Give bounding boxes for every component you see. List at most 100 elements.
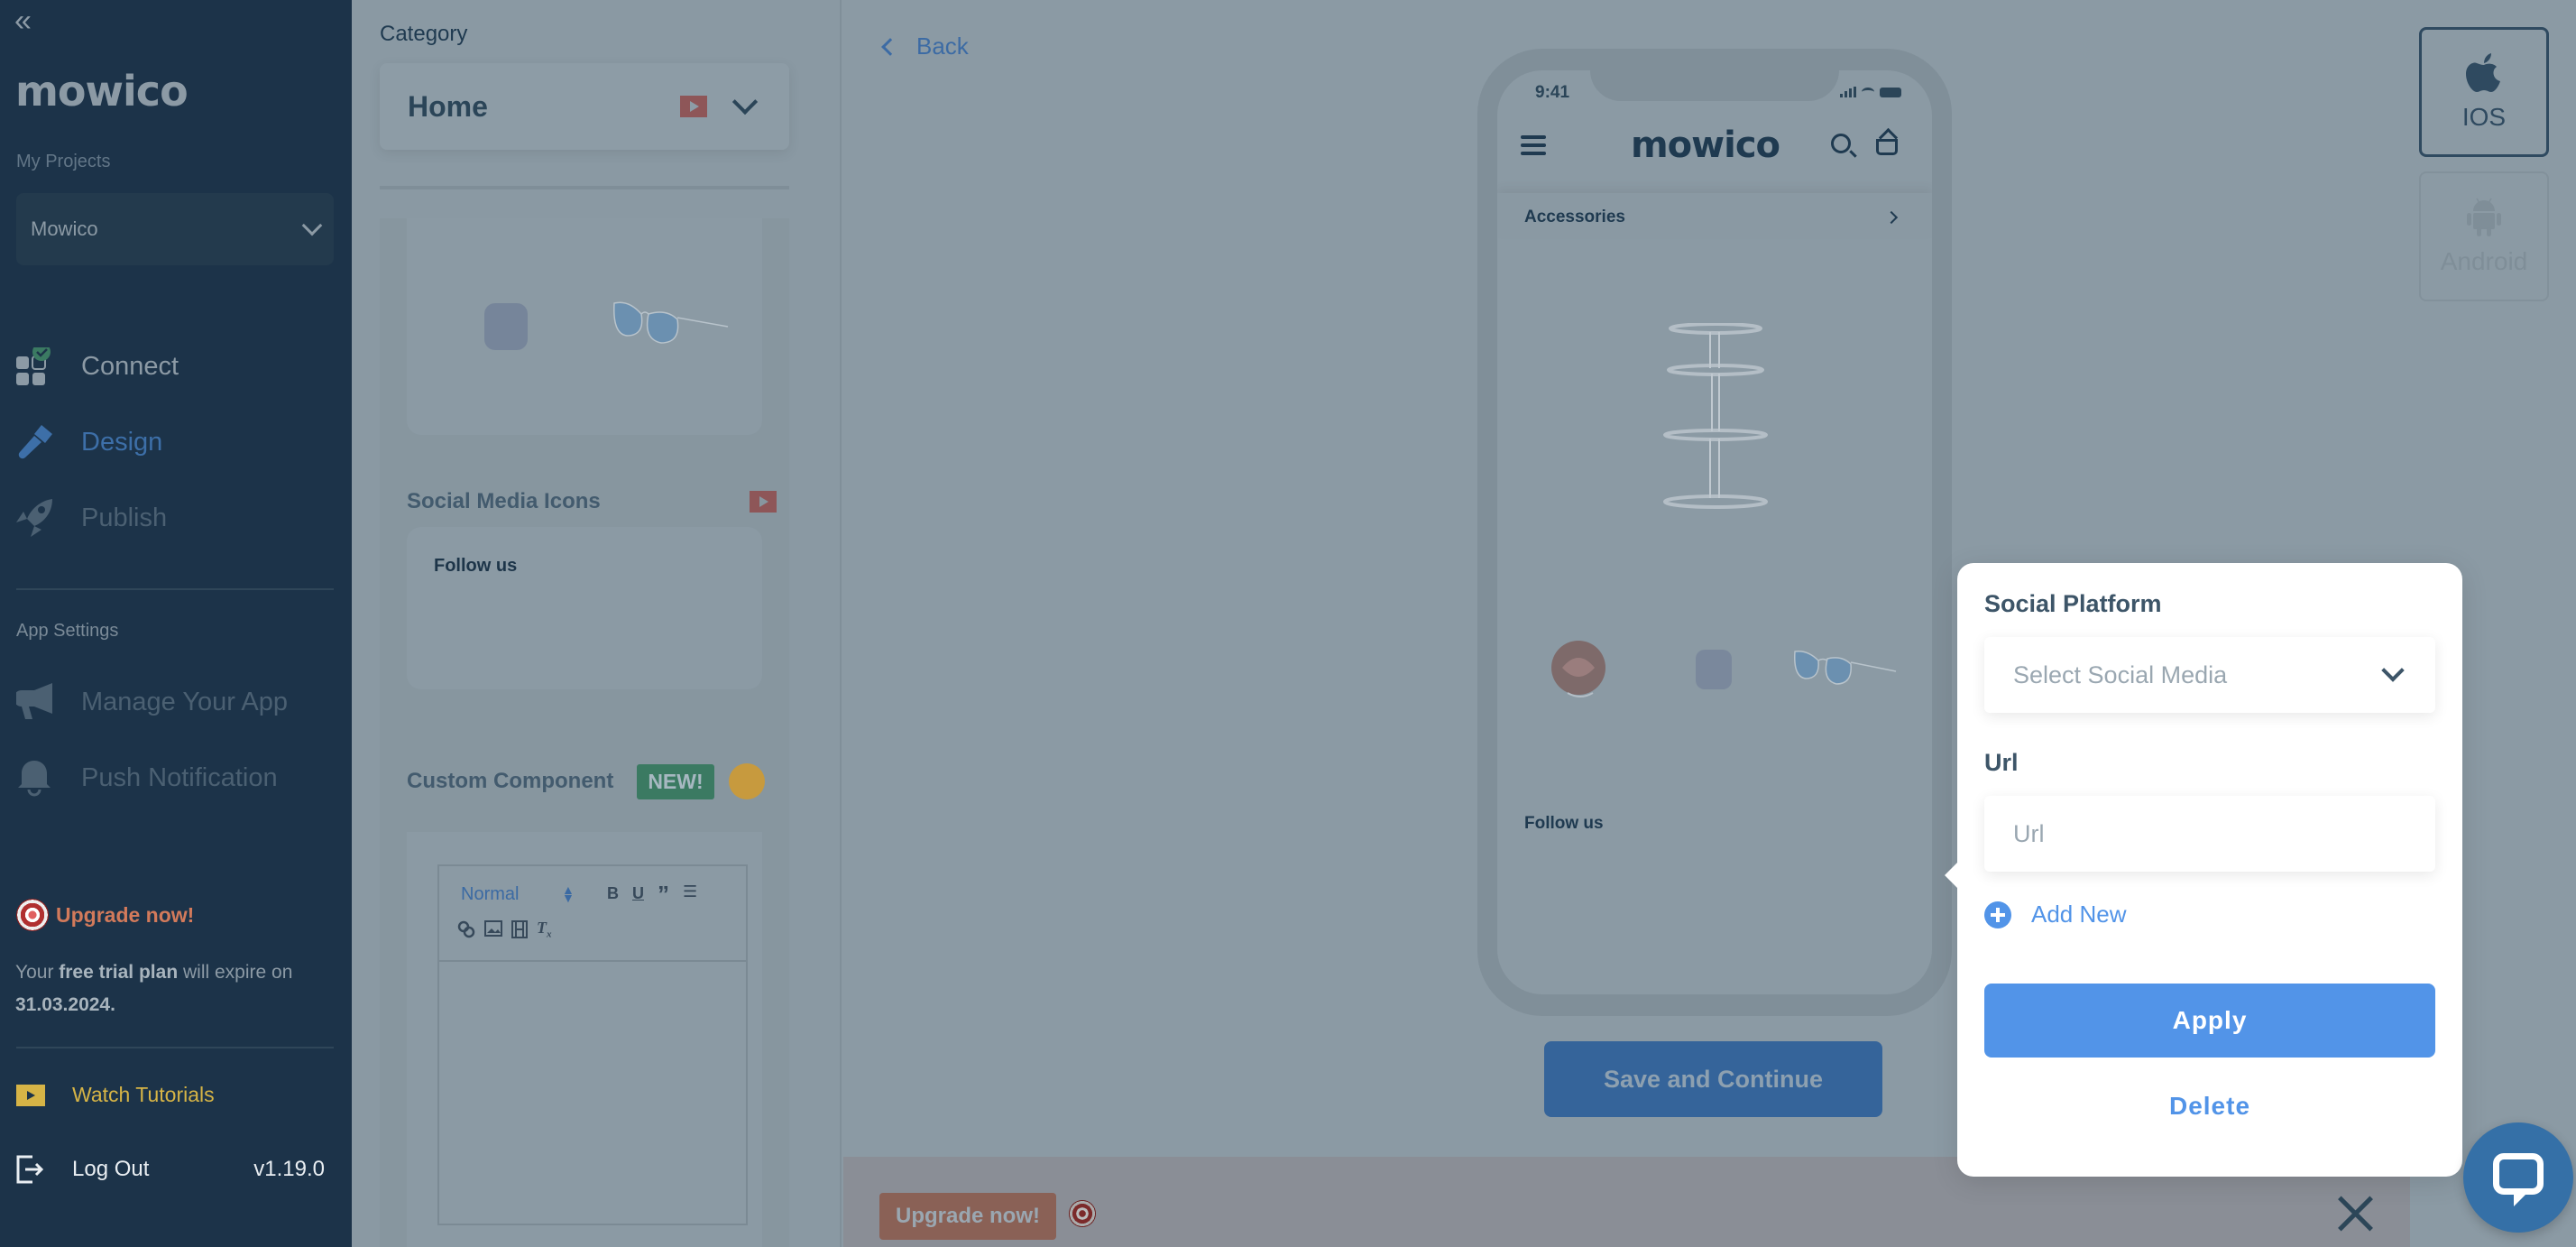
- social-platform-select[interactable]: Select Social Media: [1984, 637, 2435, 713]
- format-select[interactable]: Normal: [461, 884, 519, 905]
- app-settings-label: App Settings: [16, 621, 119, 641]
- chat-bubble-icon: [2493, 1153, 2544, 1206]
- category-row[interactable]: Accessories: [1497, 193, 1932, 238]
- panel-divider: [380, 186, 789, 189]
- add-new-button[interactable]: Add New: [1984, 901, 2127, 928]
- delete-button[interactable]: Delete: [1984, 1079, 2435, 1133]
- video-tutorial-icon[interactable]: [680, 96, 707, 117]
- chevron-down-icon: [2381, 659, 2405, 682]
- image-icon[interactable]: [484, 920, 502, 941]
- category-label: Category: [380, 22, 468, 46]
- ring-product-image: [484, 303, 528, 350]
- custom-component-card: Normal ▲ ▼ B U ” ☰ Tx: [407, 832, 762, 1247]
- trial-text-prefix: Your: [15, 962, 60, 983]
- sidebar-item-label: Design: [81, 427, 163, 457]
- wifi-icon: [1862, 88, 1874, 97]
- trial-notice: Your free trial plan will expire on 31.0…: [15, 956, 340, 1021]
- platform-ios-label: IOS: [2461, 103, 2507, 131]
- log-out-button[interactable]: Log Out v1.19.0: [16, 1155, 325, 1184]
- party-face-emoji-icon: [728, 763, 765, 799]
- sidebar-item-manage-your-app[interactable]: Manage Your App: [14, 675, 334, 729]
- platform-android-label: Android: [2440, 247, 2528, 275]
- list-button[interactable]: ☰: [683, 882, 697, 901]
- basket-icon[interactable]: [1876, 139, 1898, 155]
- component-config-panel: Category Home Social Media Icons Follow …: [352, 0, 842, 1247]
- phone-notch: [1590, 70, 1839, 101]
- video-tutorial-icon[interactable]: [750, 491, 777, 513]
- close-banner-icon[interactable]: [2336, 1195, 2374, 1233]
- apply-button[interactable]: Apply: [1984, 984, 2435, 1058]
- components-list[interactable]: Social Media Icons Follow us Custom Comp…: [380, 218, 789, 1247]
- upgrade-now-label: Upgrade now!: [56, 902, 195, 927]
- platform-android-button[interactable]: Android: [2419, 171, 2549, 301]
- project-select[interactable]: Mowico: [16, 193, 334, 265]
- bell-icon: [16, 759, 54, 797]
- watch-tutorials-label: Watch Tutorials: [72, 1083, 215, 1106]
- signal-icon: [1840, 87, 1856, 97]
- upgrade-now-link[interactable]: Upgrade now!: [16, 899, 194, 931]
- category-title: Accessories: [1524, 208, 1625, 226]
- app-logo: mowico: [1631, 125, 1780, 166]
- sidebar-item-label: Push Notification: [81, 762, 278, 792]
- category-select[interactable]: Home: [380, 63, 789, 150]
- link-icon[interactable]: [457, 920, 475, 943]
- save-and-continue-button[interactable]: Save and Continue: [1544, 1041, 1882, 1117]
- product-images-card[interactable]: [407, 218, 762, 435]
- underline-button[interactable]: U: [632, 884, 644, 903]
- target-dart-icon: [16, 899, 49, 931]
- menu-icon[interactable]: [1521, 135, 1546, 155]
- social-media-icons-card[interactable]: Follow us: [407, 527, 762, 689]
- battery-icon: [1880, 87, 1901, 97]
- banner-upgrade-button[interactable]: Upgrade now!: [879, 1193, 1056, 1240]
- rocket-icon: [16, 499, 54, 537]
- clear-format-icon[interactable]: Tx: [537, 919, 552, 940]
- watch-tutorials-link[interactable]: Watch Tutorials: [16, 1083, 215, 1107]
- live-chat-button[interactable]: [2463, 1122, 2573, 1233]
- grid-check-icon: [16, 343, 54, 385]
- collapse-sidebar-button[interactable]: «: [14, 5, 32, 36]
- sidebar-item-label: Connect: [81, 351, 179, 381]
- stacked-ring-product-image: [1663, 323, 1768, 509]
- phone-screen: 9:41 mowico Accessories Follow us: [1497, 70, 1932, 994]
- target-dart-icon: [1069, 1200, 1096, 1227]
- platform-ios-button[interactable]: IOS: [2419, 27, 2549, 157]
- status-time: 9:41: [1535, 83, 1570, 102]
- new-badge: NEW!: [637, 763, 714, 799]
- video-embed-icon[interactable]: [511, 920, 528, 943]
- social-platform-placeholder: Select Social Media: [2013, 660, 2228, 688]
- sidebar-item-design[interactable]: Design: [16, 415, 334, 469]
- back-link[interactable]: Back: [881, 32, 969, 60]
- app-header: mowico: [1497, 115, 1932, 188]
- trial-text-suffix: will expire on: [178, 962, 293, 983]
- apple-icon: [2466, 53, 2500, 92]
- sidebar-item-push-notification[interactable]: Push Notification: [16, 751, 334, 805]
- trial-plan-name: free trial plan: [59, 962, 179, 983]
- android-icon: [2467, 198, 2501, 236]
- updown-arrows-icon: ▲ ▼: [562, 882, 575, 905]
- custom-component-label: Custom Component: [407, 769, 614, 793]
- blockquote-button[interactable]: ”: [658, 881, 669, 909]
- custom-component-title: Custom Component NEW!: [407, 763, 765, 799]
- rich-text-editor: Normal ▲ ▼ B U ” ☰ Tx: [437, 864, 748, 1225]
- sunglasses-product-image: [1794, 650, 1897, 685]
- plus-circle-icon: [1984, 901, 2011, 928]
- megaphone-icon: [14, 683, 54, 721]
- back-label: Back: [916, 32, 969, 60]
- url-input[interactable]: [1984, 796, 2435, 872]
- sidebar-item-publish[interactable]: Publish: [16, 491, 334, 545]
- mowico-logo: mowico: [15, 67, 189, 115]
- editor-toolbar: Normal ▲ ▼ B U ” ☰ Tx: [439, 866, 746, 962]
- app-version: v1.19.0: [253, 1157, 325, 1181]
- follow-us-text: Follow us: [434, 556, 518, 576]
- sidebar-divider: [16, 1047, 334, 1048]
- search-icon[interactable]: [1831, 134, 1851, 153]
- bold-button[interactable]: B: [607, 884, 619, 903]
- log-out-label: Log Out: [72, 1157, 150, 1181]
- video-icon: [16, 1084, 45, 1106]
- logout-icon: [16, 1155, 45, 1184]
- sidebar-item-label: Publish: [81, 503, 168, 532]
- chevron-down-icon: [731, 88, 759, 115]
- phone-preview: 9:41 mowico Accessories Follow us: [1477, 49, 1952, 1016]
- sidebar-item-connect[interactable]: Connect: [16, 339, 334, 393]
- my-projects-label: My Projects: [16, 152, 111, 171]
